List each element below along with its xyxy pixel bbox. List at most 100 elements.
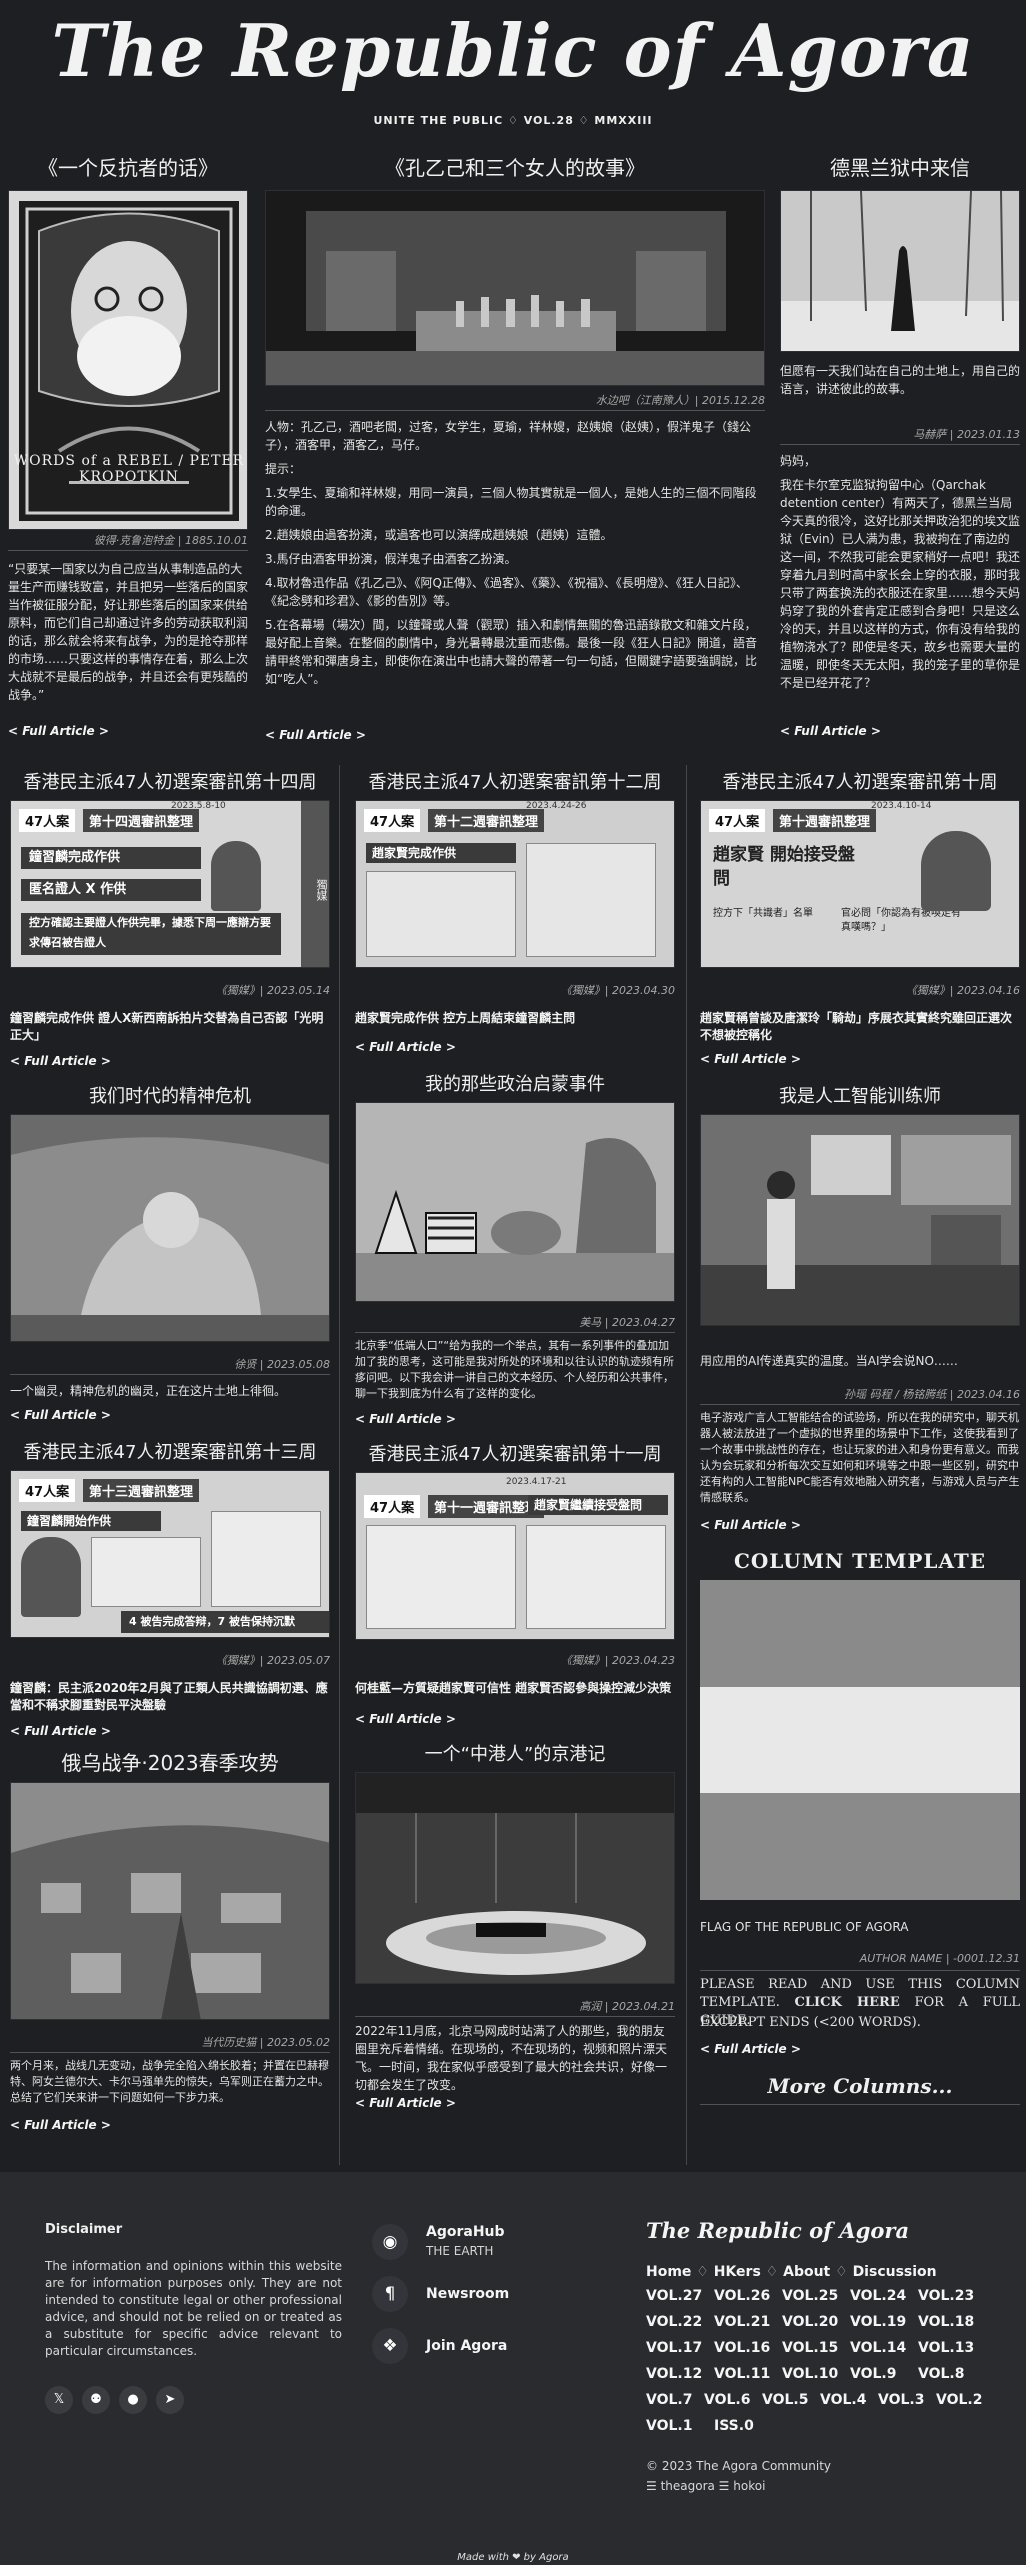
member-credits: ☰ theagora ☰ hokoi bbox=[646, 2479, 766, 2493]
nav-home[interactable]: Home bbox=[646, 2264, 691, 2280]
full-article-link[interactable]: < Full Article > bbox=[700, 1518, 801, 1532]
article-title[interactable]: 香港民主派47人初選案審訊第十三周 bbox=[10, 1440, 330, 1466]
excerpt-paragraph: 我在卡尔室克监狱拘留中心（Qarchak detention center）有两… bbox=[780, 478, 1021, 690]
week14-card-image[interactable]: 47人案 第十四週審訊整理 2023.5.8-10 鐘習麟完成作供 匿名證人 X… bbox=[10, 800, 330, 968]
full-article-link[interactable]: < Full Article > bbox=[355, 2096, 456, 2110]
nav-discussion[interactable]: Discussion bbox=[853, 2264, 937, 2280]
volume-link[interactable]: VOL.21 bbox=[714, 2314, 770, 2330]
volume-link[interactable]: VOL.5 bbox=[762, 2392, 808, 2408]
volume-link[interactable]: VOL.4 bbox=[820, 2392, 866, 2408]
article-headline[interactable]: 趙家賢完成作供 控方上周結束鐘習麟主問 bbox=[355, 1010, 675, 1027]
week12-card-image[interactable]: 47人案 第十二週審訊整理 2023.4.24-26 趙家賢完成作供 bbox=[355, 800, 675, 968]
footer-link-newsroom[interactable]: Newsroom bbox=[426, 2286, 509, 2302]
volume-link[interactable]: VOL.11 bbox=[714, 2366, 770, 2382]
volume-link[interactable]: VOL.22 bbox=[646, 2314, 702, 2330]
full-article-link[interactable]: < Full Article > bbox=[700, 2042, 801, 2056]
ai-lab-image[interactable] bbox=[700, 1114, 1020, 1326]
full-article-link[interactable]: < Full Article > bbox=[355, 1412, 456, 1426]
full-article-link[interactable]: < Full Article > bbox=[10, 1724, 111, 1738]
volume-link[interactable]: VOL.27 bbox=[646, 2288, 702, 2304]
article-credit: 《獨媒》| 2023.04.30 bbox=[560, 984, 675, 997]
volume-link[interactable]: VOL.12 bbox=[646, 2366, 702, 2382]
telegram-icon[interactable]: ➤ bbox=[156, 2386, 184, 2414]
volume-link[interactable]: VOL.15 bbox=[782, 2340, 838, 2356]
spirit-crisis-image[interactable] bbox=[10, 1114, 330, 1342]
agora-flag-image[interactable] bbox=[700, 1580, 1020, 1900]
template-title[interactable]: COLUMN TEMPLATE bbox=[700, 1548, 1020, 1574]
volume-link[interactable]: VOL.19 bbox=[850, 2314, 906, 2330]
volume-link[interactable]: VOL.20 bbox=[782, 2314, 838, 2330]
volume-link[interactable]: VOL.24 bbox=[850, 2288, 906, 2304]
volume-link[interactable]: VOL.14 bbox=[850, 2340, 906, 2356]
full-article-link[interactable]: < Full Article > bbox=[10, 2118, 111, 2132]
animals-image[interactable] bbox=[355, 1102, 675, 1302]
full-article-link[interactable]: < Full Article > bbox=[10, 1054, 111, 1068]
template-guide-link[interactable]: CLICK HERE bbox=[795, 1995, 900, 2010]
full-article-link[interactable]: < Full Article > bbox=[10, 1408, 111, 1422]
article-title[interactable]: 《孔乙己和三个女人的故事》 bbox=[265, 155, 765, 181]
volume-link[interactable]: VOL.10 bbox=[782, 2366, 838, 2382]
footer-brand[interactable]: The Republic of Agora bbox=[646, 2218, 909, 2243]
article-title[interactable]: 我的那些政治启蒙事件 bbox=[355, 1072, 675, 1098]
footer-link-join[interactable]: Join Agora bbox=[426, 2338, 507, 2354]
week13-card-image[interactable]: 47人案 第十三週審訊整理 鐘習麟開始作供 4 被告完成答辩，7 被告保持沉默 bbox=[10, 1470, 330, 1638]
volume-link[interactable]: VOL.6 bbox=[704, 2392, 750, 2408]
footer-link-agorahub[interactable]: AgoraHub bbox=[426, 2224, 505, 2240]
column-divider bbox=[339, 765, 340, 1100]
volume-link[interactable]: VOL.9 bbox=[850, 2366, 896, 2382]
full-article-link[interactable]: < Full Article > bbox=[8, 724, 109, 738]
volume-link[interactable]: ISS.0 bbox=[714, 2418, 754, 2434]
full-article-link[interactable]: < Full Article > bbox=[355, 1040, 456, 1054]
stage-photo-image[interactable] bbox=[265, 190, 765, 386]
article-headline[interactable]: 鐘習麟：民主派2020年2月與了正類人民共識協調初選、應當和不稱求腳重對民平決盤… bbox=[10, 1680, 330, 1714]
ruined-city-image[interactable] bbox=[10, 1782, 330, 2020]
volume-link[interactable]: VOL.1 bbox=[646, 2418, 692, 2434]
article-headline[interactable]: 趙家賢稱曾談及唐潔玲「騎劫」序展衣其實終究雖回正選次不想被控稱化 bbox=[700, 1010, 1020, 1044]
week10-card-image[interactable]: 47人案 第十週審訊整理 2023.4.10-14 趙家賢 開始接受盤問 控方下… bbox=[700, 800, 1020, 968]
github-icon[interactable]: ⚉ bbox=[82, 2386, 110, 2414]
week11-card-image[interactable]: 47人案 第十一週審訊整理 2023.4.17-21 趙家賢繼續接受盤問 bbox=[355, 1472, 675, 1640]
article-credit: 孙瑶 码程 / 杨铭腾纸 | 2023.04.16 bbox=[844, 1388, 1020, 1401]
volume-link[interactable]: VOL.25 bbox=[782, 2288, 838, 2304]
more-columns-link[interactable]: More Columns... bbox=[700, 2074, 1020, 2098]
article-title[interactable]: 香港民主派47人初選案審訊第十周 bbox=[700, 770, 1020, 796]
case-badge: 47人案 bbox=[19, 1479, 76, 1502]
volume-link[interactable]: VOL.7 bbox=[646, 2392, 692, 2408]
volume-link[interactable]: VOL.13 bbox=[918, 2340, 974, 2356]
full-article-link[interactable]: < Full Article > bbox=[700, 1052, 801, 1066]
site-title[interactable]: The Republic of Agora bbox=[0, 8, 1026, 93]
article-title[interactable]: 香港民主派47人初選案審訊第十二周 bbox=[355, 770, 675, 796]
nav-about[interactable]: About bbox=[783, 2264, 830, 2280]
volume-link[interactable]: VOL.18 bbox=[918, 2314, 974, 2330]
reddit-icon[interactable]: ● bbox=[119, 2386, 147, 2414]
full-article-link[interactable]: < Full Article > bbox=[355, 1712, 456, 1726]
issue-subtitle: UNITE THE PUBLIC ♢ VOL.28 ♢ MMXXIII bbox=[373, 114, 653, 127]
twitter-icon[interactable]: 𝕏 bbox=[45, 2386, 73, 2414]
gallery-image[interactable] bbox=[355, 1772, 675, 1984]
article-title[interactable]: 香港民主派47人初選案審訊第十一周 bbox=[355, 1442, 675, 1468]
divider bbox=[10, 2052, 330, 2053]
article-title[interactable]: 我是人工智能训练师 bbox=[700, 1084, 1020, 1110]
divider bbox=[355, 2016, 675, 2017]
article-headline[interactable]: 何桂藍—方質疑趙家賢可信性 趙家賢否認參與操控減少決策 bbox=[355, 1680, 675, 1697]
article-headline[interactable]: 鐘習麟完成作供 證人X新西南訴拍片交替為自己否認「光明正大」 bbox=[10, 1010, 330, 1044]
article-title[interactable]: 《一个反抗者的话》 bbox=[8, 155, 248, 181]
article-card-rebel: 《一个反抗者的话》 bbox=[8, 155, 248, 181]
article-title[interactable]: 我们时代的精神危机 bbox=[10, 1084, 330, 1110]
full-article-link[interactable]: < Full Article > bbox=[265, 728, 366, 742]
nav-hkers[interactable]: HKers bbox=[714, 2264, 761, 2280]
volume-link[interactable]: VOL.23 bbox=[918, 2288, 974, 2304]
volume-link[interactable]: VOL.17 bbox=[646, 2340, 702, 2356]
book-cover-image[interactable]: WORDS of a REBEL / PETER KROPOTKIN bbox=[8, 190, 248, 530]
article-title[interactable]: 德黑兰狱中来信 bbox=[780, 155, 1020, 181]
volume-link[interactable]: VOL.26 bbox=[714, 2288, 770, 2304]
volume-link[interactable]: VOL.3 bbox=[878, 2392, 924, 2408]
article-title[interactable]: 一个“中港人”的京港记 bbox=[355, 1742, 675, 1768]
snow-photo-image[interactable] bbox=[780, 190, 1020, 352]
full-article-link[interactable]: < Full Article > bbox=[780, 724, 881, 738]
article-title[interactable]: 俄乌战争·2023春季攻势 bbox=[10, 1750, 330, 1776]
article-title[interactable]: 香港民主派47人初選案審訊第十四周 bbox=[10, 770, 330, 796]
volume-link[interactable]: VOL.8 bbox=[918, 2366, 964, 2382]
volume-link[interactable]: VOL.2 bbox=[936, 2392, 982, 2408]
volume-link[interactable]: VOL.16 bbox=[714, 2340, 770, 2356]
